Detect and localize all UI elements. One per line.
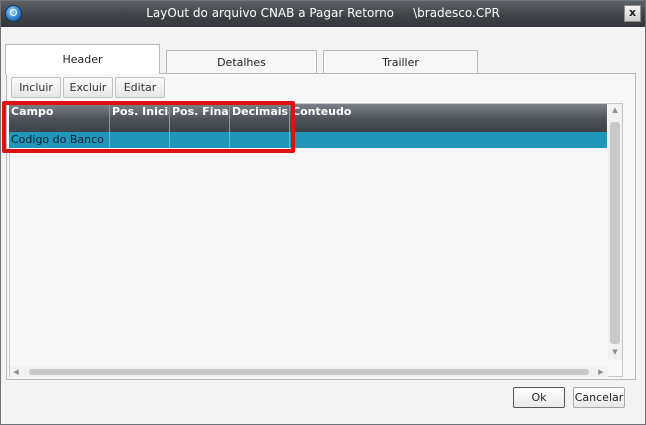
- scroll-right-arrow-icon[interactable]: ▶: [596, 367, 606, 377]
- title-bar[interactable]: LayOut do arquivo CNAB a Pagar Retorno \…: [1, 1, 645, 27]
- scroll-left-arrow-icon[interactable]: ◀: [11, 367, 21, 377]
- excluir-button[interactable]: Excluir: [63, 77, 113, 98]
- tab-trailler[interactable]: Trailler: [323, 50, 478, 74]
- editar-button[interactable]: Editar: [115, 77, 165, 98]
- tab-header[interactable]: Header: [5, 44, 160, 74]
- annotation-highlight-box: [2, 101, 295, 153]
- scroll-up-arrow-icon[interactable]: ▲: [610, 105, 620, 115]
- cell-conteudo[interactable]: [290, 132, 607, 148]
- window-title: LayOut do arquivo CNAB a Pagar Retorno \…: [146, 6, 500, 20]
- cancel-button[interactable]: Cancelar: [573, 387, 625, 408]
- close-button[interactable]: x: [624, 5, 641, 22]
- tab-detalhes[interactable]: Detalhes: [166, 50, 317, 74]
- column-header-conteudo[interactable]: Conteudo: [290, 104, 607, 132]
- scroll-down-arrow-icon[interactable]: ▼: [610, 347, 620, 357]
- ok-button[interactable]: Ok: [513, 387, 565, 408]
- horizontal-scroll-thumb[interactable]: [29, 369, 589, 375]
- incluir-button[interactable]: Incluir: [11, 77, 61, 98]
- dialog-window: LayOut do arquivo CNAB a Pagar Retorno \…: [0, 0, 646, 425]
- vertical-scroll-thumb[interactable]: [610, 122, 620, 344]
